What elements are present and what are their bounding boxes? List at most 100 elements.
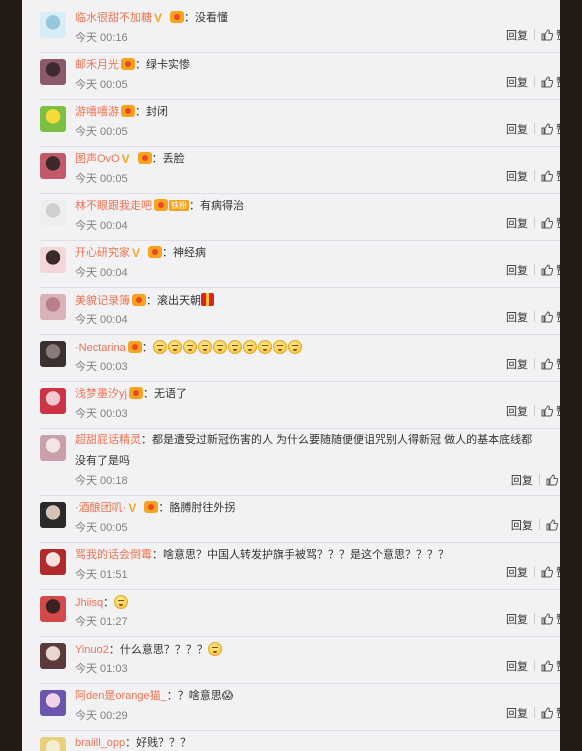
reply-button[interactable]: 回复 bbox=[506, 29, 528, 43]
comment-time: 今天 00:03 bbox=[75, 408, 128, 420]
username-link[interactable]: 图声OvO bbox=[75, 153, 120, 165]
comment-line: 林不眼跟我走吧 铁粉 ：有病得治 bbox=[75, 199, 244, 214]
username-link[interactable]: ·Nectarina bbox=[75, 342, 126, 354]
action-divider bbox=[534, 707, 535, 718]
reply-button[interactable]: 回复 bbox=[506, 613, 528, 627]
avatar[interactable] bbox=[40, 596, 66, 622]
emoji-icon bbox=[207, 642, 222, 656]
emoji-icon bbox=[152, 340, 167, 354]
verified-v-icon: V bbox=[132, 246, 141, 260]
username-link[interactable]: 超甜屁话精灵 bbox=[75, 434, 141, 446]
reply-button[interactable]: 回复 bbox=[506, 311, 528, 325]
reply-button[interactable]: 回复 bbox=[506, 76, 528, 90]
reply-button[interactable]: 回复 bbox=[506, 358, 528, 372]
like-button[interactable]: 2 bbox=[546, 474, 560, 487]
action-divider bbox=[534, 29, 535, 40]
like-button[interactable]: 赞 bbox=[541, 217, 560, 231]
like-count: 赞 bbox=[556, 566, 560, 580]
comment-text: ？啥意思😱 bbox=[177, 690, 234, 702]
like-button[interactable]: 赞 bbox=[541, 566, 560, 580]
comment-actions: 回复 2 bbox=[511, 474, 560, 490]
avatar[interactable] bbox=[40, 549, 66, 575]
avatar[interactable] bbox=[40, 247, 66, 273]
avatar[interactable] bbox=[40, 59, 66, 85]
thumbs-up-icon bbox=[541, 358, 554, 374]
username-link[interactable]: 林不眼跟我走吧 bbox=[75, 200, 152, 212]
thumbs-up-icon bbox=[541, 405, 554, 421]
reply-button[interactable]: 回复 bbox=[506, 123, 528, 137]
emoji-icon bbox=[257, 340, 272, 354]
avatar[interactable] bbox=[40, 690, 66, 716]
avatar[interactable] bbox=[40, 341, 66, 367]
like-button[interactable]: 赞 bbox=[541, 660, 560, 673]
username-link[interactable]: 骂我的话会倒霉 bbox=[75, 549, 152, 561]
reply-button[interactable]: 回复 bbox=[506, 660, 528, 674]
username-link[interactable]: 游嘻嘻游 bbox=[75, 106, 119, 118]
fan-medal-icon bbox=[154, 199, 168, 211]
comment-time: 今天 00:29 bbox=[75, 710, 128, 722]
action-divider bbox=[534, 613, 535, 624]
separator-colon: ： bbox=[162, 247, 173, 259]
username-link[interactable]: 开心研究家 bbox=[75, 247, 130, 259]
username-link[interactable]: 美貌记录簿 bbox=[75, 295, 130, 307]
like-button[interactable]: 赞 bbox=[541, 707, 560, 720]
username-link[interactable]: ·酒酿团叽· bbox=[75, 502, 126, 514]
reply-button[interactable]: 回复 bbox=[506, 566, 528, 580]
reply-button[interactable]: 回复 bbox=[506, 264, 528, 278]
comment-row: 阿den是orange猫_：？啥意思😱 今天 00:29 回复 赞 bbox=[40, 684, 560, 731]
like-count: 赞 bbox=[556, 311, 560, 325]
emoji-icon bbox=[287, 340, 302, 354]
username-link[interactable]: Jhiisq bbox=[75, 597, 103, 609]
avatar[interactable] bbox=[40, 294, 66, 320]
avatar[interactable] bbox=[40, 643, 66, 669]
like-button[interactable]: 赞 bbox=[541, 405, 560, 421]
username-link[interactable]: 邮禾月光 bbox=[75, 59, 119, 71]
like-button[interactable]: 赞 bbox=[541, 76, 560, 89]
comment-time: 今天 00:03 bbox=[75, 361, 128, 373]
avatar[interactable] bbox=[40, 106, 66, 132]
username-link[interactable]: 浅梦墨汐yj bbox=[75, 388, 127, 400]
like-button[interactable]: 赞 bbox=[541, 613, 560, 626]
like-button[interactable]: 赞 bbox=[541, 29, 560, 45]
like-button[interactable]: 1 bbox=[546, 519, 560, 532]
like-count: 赞 bbox=[556, 217, 560, 231]
comment-text: 封闭 bbox=[146, 106, 168, 118]
comment-row: braiill_opp：好贱？？？ bbox=[40, 731, 560, 751]
reply-button[interactable]: 回复 bbox=[506, 217, 528, 231]
fan-tag-badge: 铁粉 bbox=[169, 200, 189, 211]
reply-button[interactable]: 回复 bbox=[511, 474, 533, 488]
avatar[interactable] bbox=[40, 153, 66, 179]
username-link[interactable]: Yinuo2 bbox=[75, 644, 109, 656]
thumbs-up-icon bbox=[541, 29, 554, 45]
username-link[interactable]: braiill_opp bbox=[75, 737, 125, 749]
comment-actions: 回复 赞 bbox=[506, 123, 560, 139]
reply-button[interactable]: 回复 bbox=[506, 170, 528, 184]
like-button[interactable]: 赞 bbox=[541, 264, 560, 277]
reply-button[interactable]: 回复 bbox=[506, 405, 528, 419]
like-button[interactable]: 赞 bbox=[541, 311, 560, 325]
username-link[interactable]: 临水很甜不加糖 bbox=[75, 12, 152, 24]
comment-text: 胳膊肘往外拐 bbox=[169, 502, 236, 514]
separator-colon: ： bbox=[166, 690, 178, 702]
avatar[interactable] bbox=[40, 502, 66, 528]
like-button[interactable]: 赞 bbox=[541, 123, 560, 139]
avatar[interactable] bbox=[40, 200, 66, 226]
comment-row: 超甜屁话精灵：都是遭受过新冠伤害的人 为什么要随随便便诅咒别人得新冠 做人的基本… bbox=[40, 429, 560, 496]
reply-button[interactable]: 回复 bbox=[506, 707, 528, 721]
like-button[interactable]: 赞 bbox=[541, 170, 560, 183]
fan-medal-icon bbox=[148, 246, 162, 258]
comment-line: ·Nectarina ： bbox=[75, 340, 303, 356]
avatar[interactable] bbox=[40, 737, 66, 751]
verified-v-icon: V bbox=[154, 11, 163, 25]
reply-button[interactable]: 回复 bbox=[511, 519, 533, 533]
username-link[interactable]: 阿den是orange猫_ bbox=[75, 690, 167, 702]
comment-actions: 回复 赞 bbox=[506, 311, 560, 327]
like-button[interactable]: 赞 bbox=[541, 358, 560, 374]
like-count: 赞 bbox=[556, 29, 560, 43]
avatar[interactable] bbox=[40, 435, 66, 461]
thumbs-up-icon bbox=[541, 123, 554, 139]
avatar[interactable] bbox=[40, 388, 66, 414]
comment-time: 今天 00:04 bbox=[75, 314, 128, 326]
avatar[interactable] bbox=[40, 12, 66, 38]
comment-row: 临水很甜不加糖V ：没看懂今天 00:16 回复 赞 bbox=[40, 6, 560, 53]
